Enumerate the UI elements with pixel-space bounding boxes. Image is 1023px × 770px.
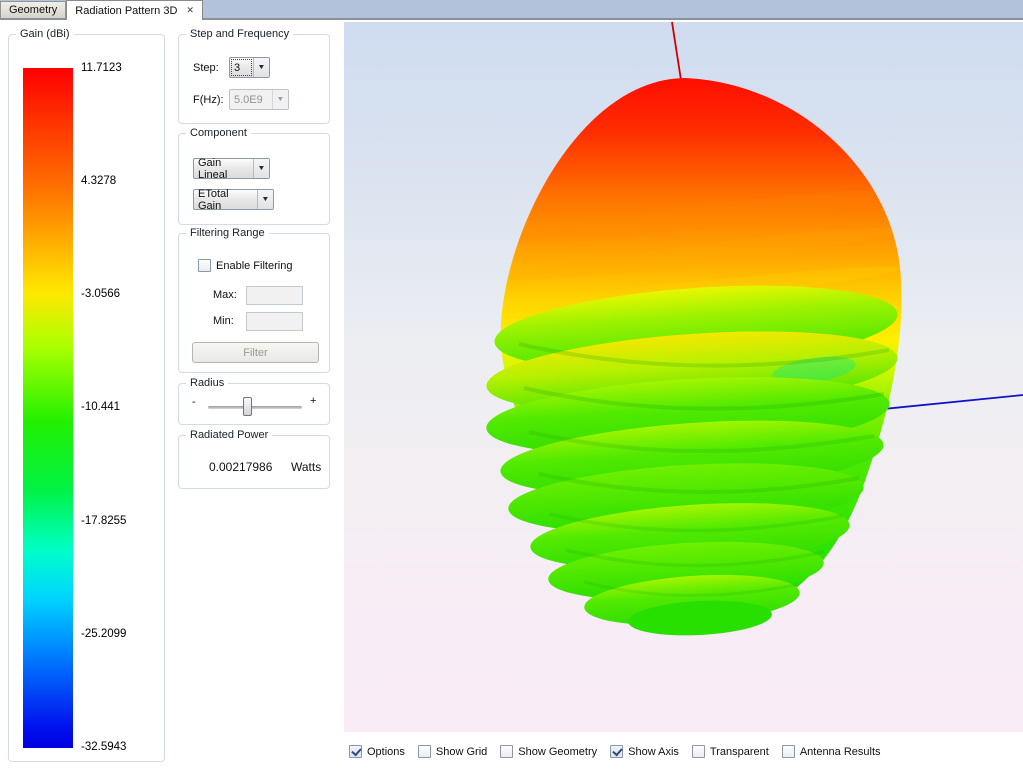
radius-group: Radius - + [178,383,330,425]
radiation-pattern-surface [484,78,902,639]
radius-plus-label[interactable]: + [310,395,316,407]
component-group: Component Gain Lineal ETotal Gain [178,133,330,225]
min-label: Min: [213,315,234,327]
step-dropdown[interactable]: 3 [229,57,270,78]
antenna-results-checkbox-label: Antenna Results [800,746,881,758]
chevron-down-icon[interactable] [257,190,273,209]
enable-filtering-checkbox[interactable]: Enable Filtering [198,259,292,272]
component-field-value: ETotal Gain [194,190,257,209]
antenna-results-checkbox-box[interactable] [782,745,795,758]
gain-legend-title: Gain (dBi) [16,28,74,40]
tab-geometry[interactable]: Geometry [0,1,66,18]
step-dropdown-value: 3 [230,58,253,77]
gain-colorbar [23,68,73,748]
min-input[interactable] [246,312,303,331]
radiation-pattern-3d-canvas[interactable] [344,22,1023,732]
frequency-label: F(Hz): [193,94,224,106]
app-window: Geometry Radiation Pattern 3D Gain (dBi)… [0,0,1023,770]
frequency-dropdown[interactable]: 5.0E9 [229,89,289,110]
radius-minus-label[interactable]: - [192,396,196,408]
filter-button[interactable]: Filter [192,342,319,363]
transparent-checkbox-label: Transparent [710,746,769,758]
gain-legend-group: Gain (dBi) 11.7123 4.3278 -3.0566 -10.44… [8,34,165,762]
component-type-value: Gain Lineal [194,159,253,178]
checkbox-show-grid[interactable]: Show Grid [418,745,487,758]
radius-slider-handle[interactable] [243,397,252,416]
checkbox-show-axis[interactable]: Show Axis [610,745,679,758]
show-axis-checkbox-label: Show Axis [628,746,679,758]
z-axis-line [672,22,681,80]
max-input[interactable] [246,286,303,305]
radiated-power-unit: Watts [291,460,321,474]
tab-bar: Geometry Radiation Pattern 3D [0,0,1023,20]
gain-colorbar-ticks: 11.7123 4.3278 -3.0566 -10.441 -17.8255 … [81,62,159,754]
radiated-power-value: 0.00217986 [209,460,272,474]
filtering-range-title: Filtering Range [186,227,269,239]
chevron-down-icon[interactable] [253,58,269,77]
transparent-checkbox-box[interactable] [692,745,705,758]
radiated-power-group: Radiated Power 0.00217986 Watts [178,435,330,489]
view-options-row: Options Show Grid Show Geometry Show Axi… [349,745,881,758]
step-label: Step: [193,62,219,74]
component-field-dropdown[interactable]: ETotal Gain [193,189,274,210]
radius-slider-track[interactable] [208,406,302,409]
enable-filtering-label: Enable Filtering [216,260,292,272]
filtering-range-group: Filtering Range Enable Filtering Max: Mi… [178,233,330,373]
colorbar-tick: 4.3278 [81,175,159,188]
filter-button-label: Filter [243,347,267,359]
show-geometry-checkbox-label: Show Geometry [518,746,597,758]
max-label: Max: [213,289,237,301]
tab-geometry-label: Geometry [9,4,57,16]
tab-close-icon[interactable] [186,6,194,15]
show-axis-checkbox-box[interactable] [610,745,623,758]
checkbox-options[interactable]: Options [349,745,405,758]
step-frequency-group: Step and Frequency Step: 3 F(Hz): 5.0E9 [178,34,330,124]
colorbar-tick: 11.7123 [81,62,159,75]
view-options-bar: Options Show Grid Show Geometry Show Axi… [344,732,1023,770]
radius-title: Radius [186,377,228,389]
radiation-pattern-3d-viewport[interactable] [344,22,1023,732]
show-geometry-checkbox-box[interactable] [500,745,513,758]
chevron-down-icon [272,90,288,109]
checkbox-show-geometry[interactable]: Show Geometry [500,745,597,758]
checkbox-transparent[interactable]: Transparent [692,745,769,758]
chevron-down-icon[interactable] [253,159,269,178]
frequency-dropdown-value: 5.0E9 [230,90,272,109]
colorbar-tick: -3.0566 [81,288,159,301]
options-checkbox-label: Options [367,746,405,758]
options-checkbox-box[interactable] [349,745,362,758]
enable-filtering-checkbox-box[interactable] [198,259,211,272]
show-grid-checkbox-label: Show Grid [436,746,487,758]
component-type-dropdown[interactable]: Gain Lineal [193,158,270,179]
tab-radiation-pattern-3d[interactable]: Radiation Pattern 3D [66,0,203,20]
colorbar-tick: -25.2099 [81,628,159,641]
radiated-power-title: Radiated Power [186,429,272,441]
colorbar-tick: -10.441 [81,401,159,414]
tab-radiation-pattern-3d-label: Radiation Pattern 3D [75,5,177,17]
show-grid-checkbox-box[interactable] [418,745,431,758]
step-frequency-title: Step and Frequency [186,28,293,40]
colorbar-tick: -17.8255 [81,515,159,528]
checkbox-antenna-results[interactable]: Antenna Results [782,745,881,758]
component-title: Component [186,127,251,139]
colorbar-tick: -32.5943 [81,741,159,754]
